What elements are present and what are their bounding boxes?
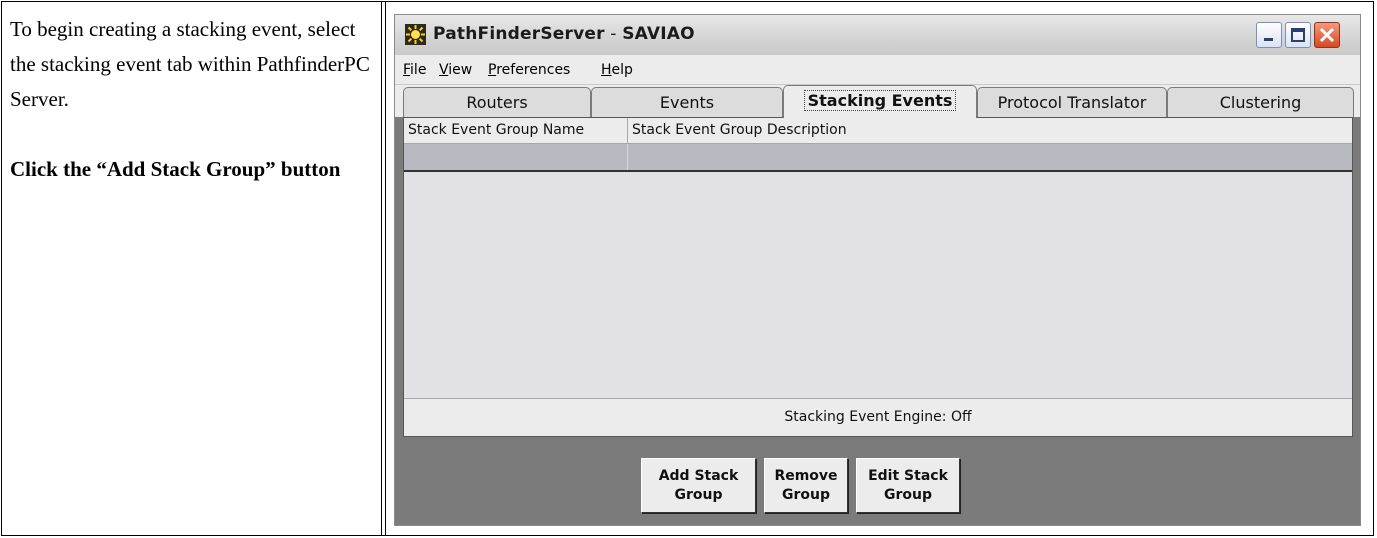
close-button[interactable] <box>1314 22 1340 48</box>
tab-clustering[interactable]: Clustering <box>1167 87 1354 117</box>
menu-help[interactable]: Help <box>601 62 633 78</box>
tab-strip: Routers Events Stacking Events Protocol … <box>395 85 1360 118</box>
pathfinder-window: PathFinderServer - SAVIAO File View Pref… <box>394 14 1361 526</box>
app-name: PathFinderServer <box>433 24 605 44</box>
menu-view[interactable]: View <box>439 62 472 78</box>
tab-label: Clustering <box>1219 93 1302 112</box>
app-icon <box>405 24 426 45</box>
menu-file[interactable]: File <box>403 62 426 78</box>
title-bar[interactable]: PathFinderServer - SAVIAO <box>395 15 1360 55</box>
minimize-button[interactable] <box>1256 22 1282 48</box>
engine-status: Stacking Event Engine: Off <box>404 398 1352 436</box>
cell-group-description <box>628 144 1352 170</box>
maximize-icon <box>1291 28 1305 42</box>
menu-preferences[interactable]: Preferences <box>488 62 570 78</box>
minimize-icon <box>1264 38 1273 41</box>
cell-group-name <box>404 144 628 170</box>
instruction-emphasis: Click the “Add Stack Group” button <box>10 157 341 181</box>
tab-events[interactable]: Events <box>591 87 783 117</box>
title-separator: - <box>604 24 623 44</box>
table-divider <box>381 2 382 535</box>
table-divider-inner <box>385 2 386 535</box>
grid-header: Stack Event Group Name Stack Event Group… <box>404 118 1352 144</box>
tab-label: Protocol Translator <box>997 93 1147 112</box>
remove-group-button[interactable]: Remove Group <box>764 458 848 513</box>
tab-label: Stacking Events <box>803 90 957 111</box>
window-title: PathFinderServer - SAVIAO <box>433 24 695 44</box>
host-name: SAVIAO <box>622 24 695 44</box>
tab-label: Events <box>659 93 715 112</box>
tab-label: Routers <box>466 93 528 112</box>
button-area: Add Stack Group Remove Group Edit Stack … <box>395 443 1360 525</box>
grid-empty-area[interactable] <box>404 172 1352 398</box>
edit-stack-group-button[interactable]: Edit Stack Group <box>856 458 960 513</box>
add-stack-group-button[interactable]: Add Stack Group <box>641 458 756 513</box>
menu-bar: File View Preferences Help <box>395 55 1360 85</box>
tab-protocol-translator[interactable]: Protocol Translator <box>977 87 1167 117</box>
instructions-cell: To begin creating a stacking event, sele… <box>10 12 370 187</box>
tab-routers[interactable]: Routers <box>403 87 591 117</box>
table-row[interactable] <box>404 144 1352 172</box>
column-header-name[interactable]: Stack Event Group Name <box>404 118 628 144</box>
column-header-description[interactable]: Stack Event Group Description <box>628 118 1352 144</box>
tab-stacking-events[interactable]: Stacking Events <box>783 85 977 118</box>
stacking-events-panel: Stack Event Group Name Stack Event Group… <box>403 117 1353 437</box>
maximize-button[interactable] <box>1285 22 1311 48</box>
instruction-text: To begin creating a stacking event, sele… <box>10 17 370 111</box>
close-icon <box>1319 27 1335 43</box>
